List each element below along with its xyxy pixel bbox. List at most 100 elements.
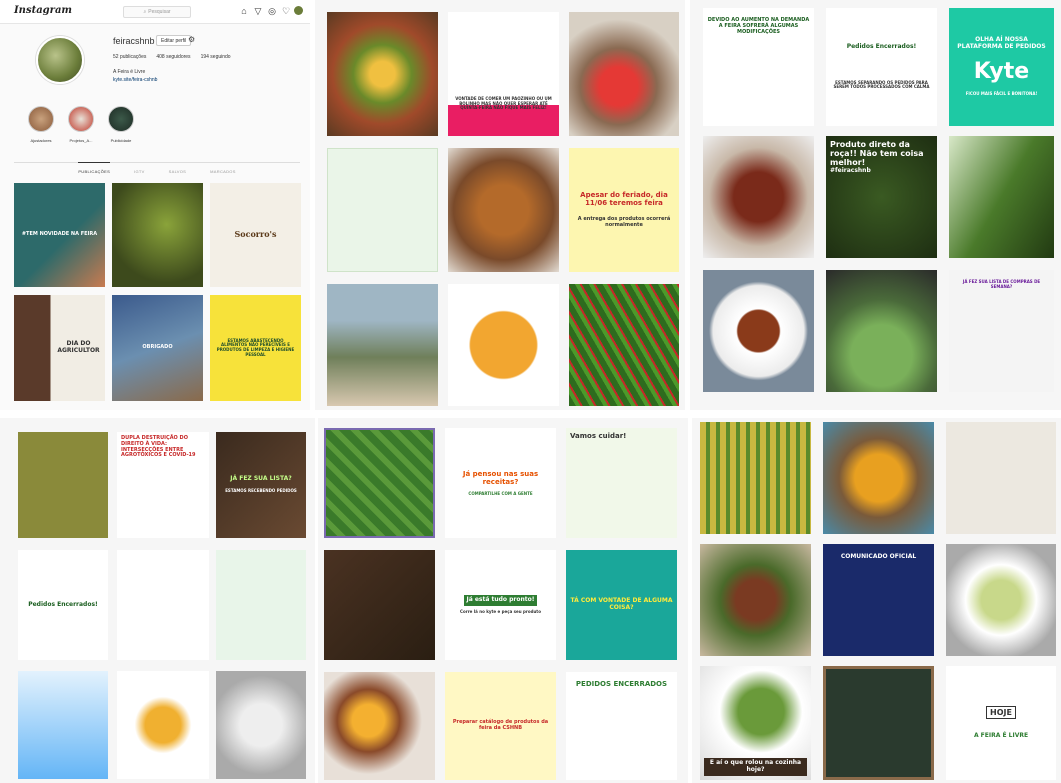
tab-igtv[interactable]: IGTV [134,169,145,176]
feed-grid-bottom-middle: Já pensou nas suas receitas? COMPARTILHE … [318,418,688,783]
post-tile[interactable] [448,148,559,272]
avatar[interactable] [36,36,84,84]
post-tile[interactable] [327,12,438,136]
instagram-logo[interactable]: Instagram [14,5,72,16]
profile-bio: A Feira é Livre kyte.site/feira-cshnb [113,68,157,84]
highlight-label: Projetos_A... [69,138,93,143]
post-tile[interactable] [327,284,438,406]
post-caption: DUPLA DESTRUIÇÃO DO DIREITO À VIDA: INTE… [121,435,196,459]
post-tile[interactable] [700,544,811,656]
post-tile[interactable] [949,136,1054,258]
post-tile[interactable] [216,671,306,779]
post-caption: COMPARTILHE COM A GENTE [468,490,533,496]
post-caption: A FEIRA É LIVRE [973,732,1029,740]
post-tile[interactable] [324,672,435,780]
post-tile[interactable]: Preparar catálogo de produtos da feira d… [445,672,556,780]
post-caption: Vamos cuidar! [570,432,627,440]
post-tile[interactable] [112,183,203,287]
post-tile[interactable]: Socorro's [210,183,301,287]
post-tile[interactable]: Já está tudo pronto! Corre lá no kyte e p… [445,550,556,660]
post-tile[interactable] [117,550,209,660]
post-tile[interactable] [826,270,937,392]
post-caption: DEVIDO AO AUMENTO NA DEMANDA A FEIRA SOF… [707,17,810,35]
instagram-profile-panel: Instagram ⌕ Pesquisar ⌂ ▽ ◎ ♡ feiracshnb … [0,0,310,410]
post-tile[interactable] [327,148,438,272]
post-caption: OBRIGADO [142,344,173,351]
post-tile[interactable]: Produto direto da roça!! Não tem coisa m… [826,136,937,258]
post-tile[interactable] [823,666,934,780]
post-tile[interactable] [703,136,814,258]
direct-icon[interactable]: ▽ [253,6,263,16]
post-caption: JÁ FEZ SUA LISTA DE COMPRAS DE SEMANA? [962,279,1041,289]
highlight-cover [68,106,94,132]
post-caption: COMUNICADO OFICIAL [840,553,917,560]
post-caption: Pedidos Encerrados! [28,600,98,608]
post-tile[interactable]: Apesar do feriado, dia 11/06 teremos fei… [569,148,679,272]
post-caption: Pedidos Encerrados! [846,42,917,50]
post-tile[interactable] [324,428,435,538]
post-caption: Já está tudo pronto! [464,595,537,607]
post-caption: ESTAMOS ABASTECENDO ALIMENTOS NÃO PERECÍ… [216,337,295,357]
gear-icon[interactable]: ⚙ [188,35,195,44]
tab-publicacoes[interactable]: PUBLICAÇÕES [78,162,111,176]
post-tile[interactable]: OBRIGADO [112,295,203,401]
bio-link[interactable]: kyte.site/feira-cshnb [113,76,157,84]
feed-grid-top-right: DEVIDO AO AUMENTO NA DEMANDA A FEIRA SOF… [690,0,1061,410]
post-tile[interactable] [117,671,209,779]
kyte-logo: Kyte [973,58,1030,84]
post-tile[interactable]: PEDIDOS ENCERRADOS [566,672,677,780]
post-tile[interactable] [18,432,108,538]
edit-profile-button[interactable]: Editar perfil [156,35,192,46]
search-input[interactable]: ⌕ Pesquisar [123,6,191,18]
highlight-cover [28,106,54,132]
post-tile[interactable]: DEVIDO AO AUMENTO NA DEMANDA A FEIRA SOF… [703,8,814,126]
post-caption: TÁ COM VONTADE DE ALGUMA COISA? [570,597,673,611]
profile-username: feiracshnb [113,36,155,46]
following-count[interactable]: 194 seguindo [201,54,231,60]
post-tile[interactable]: JÁ FEZ SUA LISTA DE COMPRAS DE SEMANA? [949,270,1054,392]
post-tile[interactable]: DIA DO AGRICULTOR [14,295,105,401]
bio-line: A Feira é Livre [113,69,146,75]
post-tile[interactable] [569,12,679,136]
heart-icon[interactable]: ♡ [281,6,291,16]
post-tile[interactable]: DUPLA DESTRUIÇÃO DO DIREITO À VIDA: INTE… [117,432,209,538]
post-tile[interactable]: JÁ FEZ SUA LISTA? ESTAMOS RECEBENDO PEDID… [216,432,306,538]
post-tile[interactable] [823,422,934,534]
post-tile[interactable] [946,422,1056,534]
followers-count[interactable]: 408 seguidores [156,54,190,60]
post-tile[interactable]: Pedidos Encerrados! ESTAMOS SEPARANDO OS … [826,8,937,126]
post-tile[interactable]: #TEM NOVIDADE NA FEIRA [14,183,105,287]
explore-icon[interactable]: ◎ [267,6,277,16]
post-tile[interactable] [324,550,435,660]
highlight-cover [108,106,134,132]
post-tile[interactable]: HOJE A FEIRA É LIVRE [946,666,1056,780]
tab-marcados[interactable]: MARCADOS [210,169,236,176]
highlight-ajustadores[interactable]: Ajustadores [28,106,54,143]
post-tile[interactable]: TÁ COM VONTADE DE ALGUMA COISA? [566,550,677,660]
home-icon[interactable]: ⌂ [239,6,249,16]
highlight-label: Ajustadores [30,138,52,143]
highlight-projetos[interactable]: Projetos_A... [68,106,94,143]
post-tile[interactable] [448,284,559,406]
tab-salvos[interactable]: SALVOS [169,169,187,176]
post-tile[interactable]: Pedidos Encerrados! [18,550,108,660]
post-tile[interactable]: VONTADE DE COMER UM PAOZINHO OU UM BOLIN… [448,12,559,136]
post-tile[interactable] [569,284,679,406]
post-tile[interactable]: E aí o que rolou na cozinha hoje? [700,666,811,780]
post-tile[interactable]: OLHA AÍ NOSSA PLATAFORMA DE PEDIDOS Kyte F… [949,8,1054,126]
post-tile[interactable] [18,671,108,779]
post-tile[interactable] [216,550,306,660]
highlight-label: Publicidade [110,138,132,143]
post-tile[interactable]: Vamos cuidar! [566,428,677,538]
post-tile[interactable]: Já pensou nas suas receitas? COMPARTILHE … [445,428,556,538]
post-tile[interactable]: COMUNICADO OFICIAL [823,544,934,656]
profile-avatar-icon[interactable] [294,6,303,15]
post-tile[interactable] [946,544,1056,656]
post-caption: JÁ FEZ SUA LISTA? [230,475,292,483]
post-tile[interactable] [703,270,814,392]
post-tile[interactable] [700,422,811,534]
post-tile[interactable]: ESTAMOS ABASTECENDO ALIMENTOS NÃO PERECÍ… [210,295,301,401]
post-caption: Apesar do feriado, dia 11/06 teremos fei… [580,191,668,208]
highlight-publicidade[interactable]: Publicidade [108,106,134,143]
feed-grid-bottom-right: COMUNICADO OFICIAL E aí o que rolou na c… [692,418,1061,783]
